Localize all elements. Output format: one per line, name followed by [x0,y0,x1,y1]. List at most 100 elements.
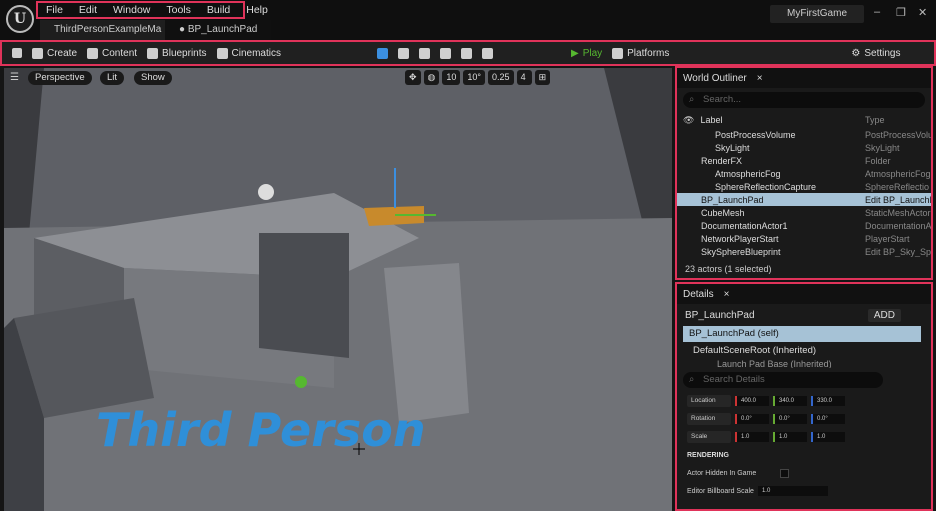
camera-speed-value[interactable]: 4 [516,70,532,85]
type-column-header[interactable]: Type [865,115,931,125]
billboard-scale-value[interactable]: 1.0 [757,486,828,496]
menu-file[interactable]: File [38,4,71,16]
platforms-icon [612,47,624,59]
outliner-row[interactable]: BP_LaunchPad Edit BP_LaunchP [677,193,931,206]
search-details-icon: ⌕ [689,374,695,385]
scale-row: Scale 1.0 1.0 1.0 [677,428,931,446]
outliner-row[interactable]: DocumentationActor1 DocumentationAc [677,219,931,232]
content-label: Content [102,47,138,59]
menu-window[interactable]: Window [105,4,158,16]
modeling-mode-icon[interactable] [460,47,472,59]
close-icon[interactable]: ✕ [918,6,927,19]
settings-label: Settings [864,47,901,59]
outliner-row-label: SkyLight [715,142,750,153]
outliner-row[interactable]: RenderFX Folder [677,154,931,167]
details-actor-row: BP_LaunchPad ADD [677,304,931,326]
scale-z[interactable]: 1.0 [811,432,845,442]
outliner-row[interactable]: SkyLight SkyLight [677,141,931,154]
title-bar: U File Edit Window Tools Build Help Thir… [0,0,936,40]
location-row: Location 400.0 340.0 330.0 [677,392,931,410]
menu-bar: File Edit Window Tools Build Help [36,1,268,19]
play-button[interactable]: ▶ Play [571,48,602,59]
hamburger-icon[interactable]: ☰ [10,72,19,83]
location-y[interactable]: 340.0 [773,396,807,406]
menu-tools[interactable]: Tools [158,4,199,16]
play-icon: ▶ [570,47,579,59]
rotation-z[interactable]: 0.0° [811,414,845,424]
scale-label[interactable]: Scale [687,431,731,443]
details-search-input[interactable]: ⌕ Search Details [683,372,883,388]
outliner-row[interactable]: NetworkPlayerStart PlayerStart [677,232,931,245]
scale-snap-value[interactable]: 0.25 [488,70,514,85]
outliner-row[interactable]: SkySphereBlueprint Edit BP_Sky_Sph [677,245,931,258]
lit-button[interactable]: Lit [100,71,125,85]
globe-icon[interactable]: ◍ [423,70,440,85]
foliage-mode-icon[interactable] [418,47,430,59]
outliner-row-type: SphereReflectio [865,181,930,192]
minimize-icon[interactable]: – [874,6,880,18]
menu-edit[interactable]: Edit [71,4,105,16]
details-close-icon[interactable]: × [724,289,730,300]
self-component-row[interactable]: BP_LaunchPad (self) [683,326,921,342]
outliner-row-label: AtmosphericFog [715,168,781,179]
settings-button[interactable]: ⚙ Settings [851,48,900,59]
viewport-tools: ✥ ◍ 10 10° 0.25 4 ⊞ [405,70,551,86]
label-column-header[interactable]: Label [700,115,722,125]
landscape-mode-icon[interactable] [397,47,409,59]
hidden-in-game-row: Actor Hidden In Game [677,464,931,482]
content-button[interactable]: Content [87,47,138,59]
show-button[interactable]: Show [134,71,172,85]
outliner-row-type: AtmosphericFog [865,168,931,179]
location-x[interactable]: 400.0 [735,396,769,406]
select-mode-icon[interactable] [376,47,388,59]
eye-icon[interactable]: 👁 [683,115,694,126]
layout-icon[interactable]: ⊞ [534,70,551,85]
outliner-row[interactable]: PostProcessVolume PostProcessVolu [677,128,931,141]
location-z[interactable]: 330.0 [811,396,845,406]
rendering-section[interactable]: RENDERING [677,446,931,464]
hidden-in-game-checkbox[interactable] [780,468,790,478]
grid-snap-value[interactable]: 10 [442,70,461,85]
save-icon[interactable] [12,48,22,58]
menu-build[interactable]: Build [199,4,238,16]
outliner-row[interactable]: CubeMesh StaticMeshActor [677,206,931,219]
level-viewport[interactable]: Third Person ☰ Perspective Lit Show ✥ ◍ … [4,68,672,511]
menu-help[interactable]: Help [238,4,276,16]
scale-y[interactable]: 1.0 [773,432,807,442]
platforms-label: Platforms [627,47,670,59]
outliner-row[interactable]: SphereReflectionCapture SphereReflectio [677,180,931,193]
rotation-label[interactable]: Rotation [687,413,731,425]
outliner-row[interactable]: AtmosphericFog AtmosphericFog [677,167,931,180]
add-component-button[interactable]: ADD [867,308,901,322]
play-label: Play [582,47,603,59]
cinematics-button[interactable]: Cinematics [216,47,281,59]
outliner-row-type: SkyLight [865,142,900,153]
outliner-row-type: PlayerStart [865,233,910,244]
blueprints-button[interactable]: Blueprints [147,47,207,59]
outliner-search-input[interactable]: ⌕ Search... [683,92,925,108]
outliner-close-icon[interactable]: × [757,73,763,84]
outliner-row-type: Edit BP_Sky_Sph [865,246,931,257]
outliner-search-placeholder: Search... [703,94,742,105]
outliner-row-type: PostProcessVolu [865,129,931,140]
platforms-button[interactable]: Platforms [612,47,670,59]
details-header: Details × [677,284,931,304]
launch-pad-base-row[interactable]: Launch Pad Base (Inherited) [677,360,931,368]
scale-x[interactable]: 1.0 [735,432,769,442]
create-button[interactable]: Create [32,47,77,59]
tab-level[interactable]: ThirdPersonExampleMa [40,20,165,40]
cinematics-label: Cinematics [231,47,281,59]
rotation-y[interactable]: 0.0° [773,414,807,424]
location-label[interactable]: Location [687,395,731,407]
document-tabs: ThirdPersonExampleMa ● BP_LaunchPad [40,20,272,40]
scene-view: Third Person [4,68,672,511]
rotation-x[interactable]: 0.0° [735,414,769,424]
fracture-mode-icon[interactable] [481,47,493,59]
perspective-button[interactable]: Perspective [28,71,92,85]
angle-snap-value[interactable]: 10° [463,70,486,85]
maximize-icon[interactable]: ❐ [896,6,906,19]
transform-icon[interactable]: ✥ [405,70,421,85]
mesh-paint-mode-icon[interactable] [439,47,451,59]
default-scene-root-row[interactable]: DefaultSceneRoot (Inherited) [677,342,931,360]
tab-blueprint[interactable]: ● BP_LaunchPad [165,20,272,40]
